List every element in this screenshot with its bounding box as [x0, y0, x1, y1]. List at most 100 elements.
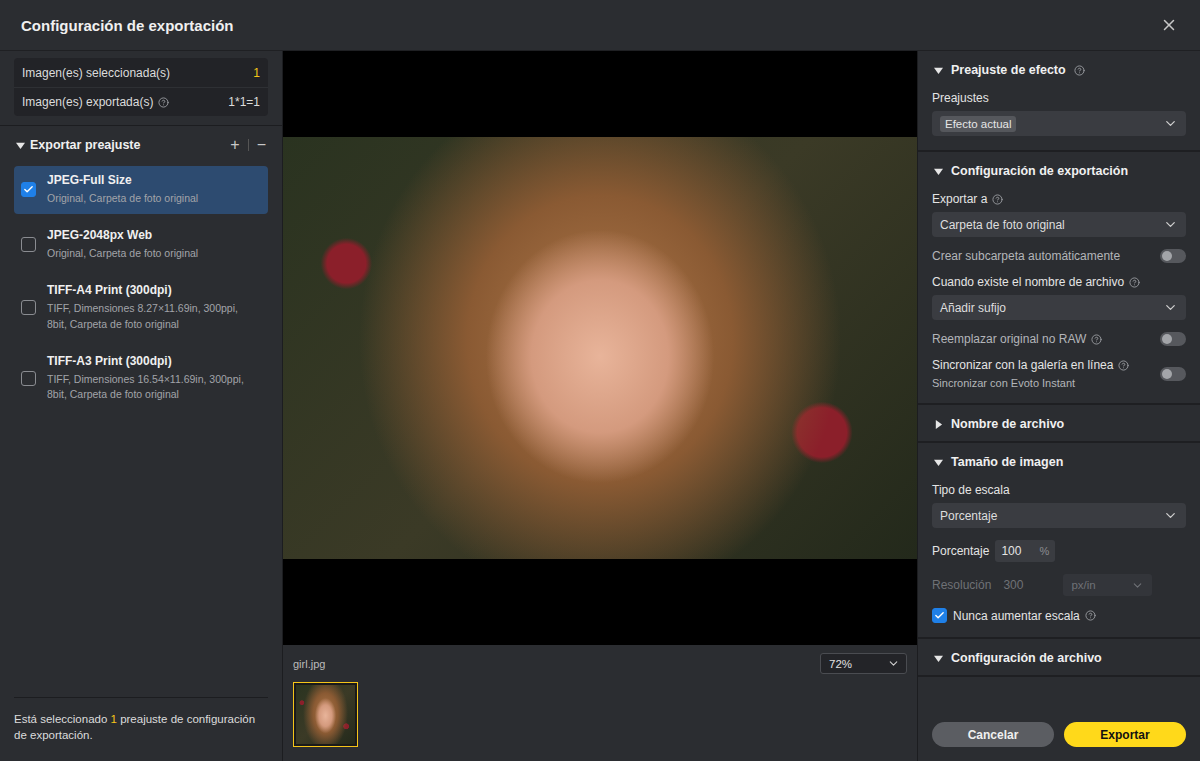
- expand-triangle-icon[interactable]: [934, 66, 943, 75]
- info-icon[interactable]: [158, 97, 169, 108]
- summary-label: Imagen(es) exportada(s): [22, 95, 169, 109]
- close-icon[interactable]: [1160, 16, 1178, 34]
- field-label: Reemplazar original no RAW: [932, 332, 1102, 346]
- chevron-down-icon: [1131, 579, 1144, 592]
- preset-item[interactable]: JPEG-Full SizeOriginal, Carpeta de foto …: [14, 166, 268, 214]
- selection-note: Está seleccionado 1 preajuste de configu…: [14, 697, 268, 761]
- preset-checkbox[interactable]: [21, 182, 36, 197]
- preset-name: TIFF-A4 Print (300dpi): [47, 283, 260, 297]
- summary-box: Imagen(es) seleccionada(s) 1 Imagen(es) ex…: [14, 58, 268, 116]
- expand-triangle-icon[interactable]: [934, 654, 943, 663]
- section-header[interactable]: Tamaño de imagen: [918, 443, 1200, 479]
- preset-list: JPEG-Full Size Original, Carpeta de foto …: [0, 164, 282, 410]
- dialog-header: Configuración de exportación: [0, 0, 1200, 50]
- preset-checkbox[interactable]: [21, 237, 36, 252]
- chevron-down-icon: [887, 657, 900, 670]
- preset-checkbox[interactable]: [21, 371, 36, 386]
- dialog-title: Configuración de exportación: [21, 17, 234, 34]
- preset-checkbox[interactable]: [21, 300, 36, 315]
- checkbox[interactable]: [932, 608, 947, 623]
- summary-label: Imagen(es) seleccionada(s): [22, 66, 170, 80]
- expand-triangle-icon[interactable]: [934, 458, 943, 467]
- field-label: Tipo de escala: [932, 483, 1186, 497]
- select-field: Cuando existe el nombre de archivo Añadir…: [932, 275, 1186, 320]
- info-icon[interactable]: [992, 194, 1003, 205]
- preset-tag: Efecto actual: [940, 116, 1016, 132]
- select[interactable]: Carpeta de foto original: [932, 212, 1186, 237]
- section-fields: PreajustesEfecto actual: [918, 87, 1200, 150]
- toggle-switch[interactable]: [1160, 249, 1186, 263]
- summary-value: 1*1=1: [228, 95, 260, 109]
- settings-section: Tamaño de imagen Tipo de escala Porcentaje…: [918, 443, 1200, 639]
- check-icon: [23, 184, 34, 195]
- number-row: Resolución 300 px/in: [932, 574, 1186, 596]
- section-header[interactable]: Configuración de exportación: [918, 152, 1200, 188]
- unit-select: px/in: [1063, 574, 1152, 596]
- info-icon[interactable]: [1074, 65, 1085, 76]
- select[interactable]: Porcentaje: [932, 503, 1186, 528]
- field-label: Resolución: [932, 578, 991, 592]
- select-field: Tipo de escala Porcentaje: [932, 483, 1186, 528]
- chevron-down-icon: [1163, 217, 1178, 232]
- export-button[interactable]: Exportar: [1064, 722, 1186, 747]
- preset-title: Exportar preajuste: [30, 138, 140, 152]
- toggle-text: Crear subcarpeta automáticamente: [932, 249, 1120, 263]
- summary-row: Imagen(es) exportada(s) 1*1=1: [14, 87, 268, 116]
- left-panel: Imagen(es) seleccionada(s) 1 Imagen(es) ex…: [0, 51, 283, 761]
- preset-details: TIFF, Dimensiones 16.54×11.69in, 300ppi,…: [47, 372, 260, 402]
- check-icon: [934, 610, 945, 621]
- settings-section: Nombre de archivo: [918, 405, 1200, 443]
- tool-separator: [248, 139, 249, 151]
- preset-item[interactable]: TIFF-A3 Print (300dpi)TIFF, Dimensiones …: [14, 347, 268, 410]
- info-icon[interactable]: [1085, 610, 1096, 621]
- expand-triangle-icon[interactable]: [934, 167, 943, 176]
- chevron-down-icon: [1163, 300, 1178, 315]
- section-fields: Exportar aCarpeta de foto original Crear …: [918, 188, 1200, 403]
- section-header[interactable]: Preajuste de efecto: [918, 51, 1200, 87]
- toggle-row: Crear subcarpeta automáticamente: [932, 249, 1186, 263]
- info-icon[interactable]: [1118, 360, 1129, 371]
- thumbnail-photo: [296, 685, 355, 744]
- checkbox-row[interactable]: Nunca aumentar escala: [932, 608, 1186, 623]
- preset-details: Original, Carpeta de foto original: [47, 246, 198, 261]
- section-header[interactable]: Nombre de archivo: [918, 405, 1200, 441]
- zoom-select[interactable]: 72%: [820, 653, 907, 674]
- toggle-switch[interactable]: [1160, 332, 1186, 346]
- preset-item[interactable]: JPEG-2048px WebOriginal, Carpeta de foto…: [14, 221, 268, 269]
- preset-header: Exportar preajuste +−: [0, 126, 282, 164]
- expand-triangle-icon[interactable]: [934, 420, 943, 429]
- preset-name: JPEG-Full Size: [47, 173, 198, 187]
- field-label: Crear subcarpeta automáticamente: [932, 249, 1120, 263]
- thumbnail[interactable]: [293, 682, 358, 747]
- info-icon[interactable]: [1091, 334, 1102, 345]
- preview-column: girl.jpg72%: [283, 51, 917, 761]
- field-label: Nunca aumentar escala: [953, 609, 1096, 623]
- select[interactable]: Efecto actual: [932, 111, 1186, 136]
- info-icon[interactable]: [1129, 277, 1140, 288]
- remove-preset-button[interactable]: −: [255, 137, 268, 153]
- preview-canvas: [283, 51, 917, 645]
- settings-section: Configuración de exportaciónExportar aCa…: [918, 152, 1200, 405]
- settings-panel: Preajuste de efectoPreajustesEfecto actu…: [917, 51, 1200, 761]
- close-button[interactable]: [1158, 14, 1180, 36]
- cancel-button[interactable]: Cancelar: [932, 722, 1054, 747]
- select[interactable]: Añadir sufijo: [932, 295, 1186, 320]
- summary-value: 1: [253, 66, 260, 80]
- preset-tools: +−: [228, 137, 268, 153]
- section-header[interactable]: Configuración de archivo: [918, 639, 1200, 675]
- toggle-switch[interactable]: [1160, 367, 1186, 381]
- number-input: 300: [997, 574, 1057, 596]
- expand-triangle-icon[interactable]: [16, 141, 25, 150]
- chevron-down-icon: [1163, 116, 1178, 131]
- field-label: Sincronizar con la galería en línea: [932, 358, 1129, 372]
- select-field: Exportar aCarpeta de foto original: [932, 192, 1186, 237]
- field-label: Cuando existe el nombre de archivo: [932, 275, 1186, 289]
- add-preset-button[interactable]: +: [228, 137, 241, 153]
- preset-item[interactable]: TIFF-A4 Print (300dpi)TIFF, Dimensiones …: [14, 276, 268, 339]
- preview-bar: girl.jpg72%: [283, 645, 917, 747]
- number-input[interactable]: 100%: [995, 540, 1055, 562]
- toggle-text: Sincronizar con la galería en líneaSincr…: [932, 358, 1129, 389]
- dialog-body: Imagen(es) seleccionada(s) 1 Imagen(es) ex…: [0, 50, 1200, 761]
- field-label: Porcentaje: [932, 544, 989, 558]
- settings-section: Preajuste de efectoPreajustesEfecto actu…: [918, 51, 1200, 152]
